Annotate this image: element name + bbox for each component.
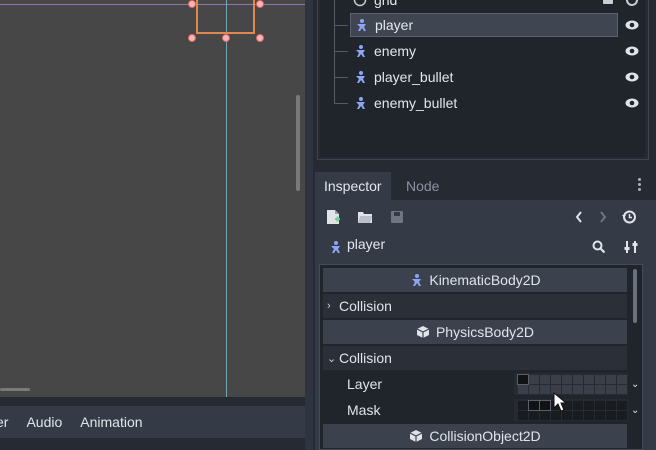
- scene-tree: grid player enemy player_bullet enemy_bu…: [320, 0, 645, 157]
- class-header-label: CollisionObject2D: [429, 428, 541, 444]
- resize-handle[interactable]: [188, 34, 196, 42]
- tree-item-label: enemy_bullet: [374, 95, 458, 111]
- node-kinematic-icon: [352, 69, 368, 85]
- chevron-down-icon: ⌄: [327, 352, 337, 365]
- settings-icon[interactable]: [624, 0, 640, 8]
- viewport-2d[interactable]: [0, 0, 305, 397]
- tree-branch: [334, 25, 348, 26]
- tree-item-label: enemy: [374, 43, 417, 59]
- right-dock: grid player enemy player_bullet enemy_bu…: [313, 0, 656, 450]
- save-icon[interactable]: [387, 207, 407, 227]
- chevron-down-icon[interactable]: ⌄: [631, 379, 639, 390]
- forward-icon[interactable]: [593, 207, 613, 227]
- inspector-panel: player KinematicBody2D › Collision Physi…: [315, 200, 656, 450]
- chevron-right-icon: ›: [327, 300, 331, 312]
- property-list: KinematicBody2D › Collision PhysicsBody2…: [319, 264, 643, 450]
- property-label: Layer: [347, 376, 383, 392]
- eye-icon[interactable]: [624, 95, 640, 111]
- resize-handle[interactable]: [256, 34, 264, 42]
- node-kinematic-icon: [353, 17, 369, 33]
- property-scrollbar[interactable]: [633, 269, 637, 323]
- tree-guide: [334, 0, 335, 104]
- node-icon: [352, 0, 368, 8]
- tab-inspector[interactable]: Inspector: [315, 172, 391, 200]
- resize-handle[interactable]: [188, 0, 196, 8]
- node-kinematic-icon: [352, 43, 368, 59]
- vertical-scrollbar[interactable]: [296, 95, 300, 191]
- class-header-collisionobject2d: CollisionObject2D: [323, 424, 627, 448]
- class-header-label: KinematicBody2D: [429, 272, 541, 288]
- tab-animation[interactable]: Animation: [80, 414, 142, 430]
- node-kinematic-icon: [325, 237, 345, 257]
- tree-branch: [334, 103, 348, 104]
- bottom-tabs: er Audio Animation: [0, 406, 305, 438]
- mouse-cursor-icon: [553, 392, 567, 412]
- tree-item-label: grid: [374, 0, 398, 8]
- section-collision-expanded[interactable]: ⌄ Collision: [323, 346, 627, 370]
- search-icon[interactable]: [589, 237, 609, 257]
- resize-handle[interactable]: [256, 0, 264, 8]
- tree-branch: [334, 51, 348, 52]
- bottom-dock: er Audio Animation: [0, 397, 305, 450]
- section-label: Collision: [339, 298, 392, 314]
- node-kinematic-icon: [352, 95, 368, 111]
- tree-branch: [334, 77, 348, 78]
- history-icon[interactable]: [619, 207, 639, 227]
- section-collision[interactable]: › Collision: [323, 294, 627, 318]
- property-label: Mask: [347, 402, 381, 418]
- chevron-down-icon[interactable]: ⌄: [631, 405, 639, 416]
- tree-item-player-bullet[interactable]: player_bullet: [350, 65, 618, 89]
- new-script-icon[interactable]: [323, 207, 343, 227]
- lock-icon[interactable]: [603, 0, 613, 4]
- section-label: Collision: [339, 350, 392, 366]
- class-header-label: PhysicsBody2D: [435, 324, 535, 340]
- node-kinematic-icon: [409, 273, 423, 287]
- tools-icon[interactable]: [621, 237, 641, 257]
- open-icon[interactable]: [355, 207, 375, 227]
- tree-item-enemy[interactable]: enemy: [350, 39, 618, 63]
- layer-grid[interactable]: ⌄: [514, 373, 639, 395]
- object-name[interactable]: player: [347, 236, 385, 252]
- box-icon: [409, 429, 423, 443]
- eye-icon[interactable]: [624, 17, 640, 33]
- box-icon: [416, 325, 430, 339]
- tree-item-label: player_bullet: [374, 69, 454, 85]
- eye-icon[interactable]: [624, 69, 640, 85]
- axis-line-vertical: [226, 0, 227, 397]
- mask-grid[interactable]: ⌄: [514, 399, 639, 421]
- back-icon[interactable]: [569, 207, 589, 227]
- eye-icon[interactable]: [624, 43, 640, 59]
- tab-debugger[interactable]: er: [0, 414, 8, 430]
- horizontal-scrollbar[interactable]: [0, 388, 30, 391]
- resize-handle[interactable]: [222, 34, 230, 42]
- tree-item-label: player: [375, 17, 414, 33]
- tab-node[interactable]: Node: [397, 172, 448, 200]
- selection-rect[interactable]: [196, 0, 255, 34]
- inspector-tabbar: Inspector Node: [313, 172, 656, 200]
- menu-dots-icon[interactable]: [635, 176, 643, 196]
- scene-panel: grid player enemy player_bullet enemy_bu…: [317, 0, 649, 160]
- tree-item-enemy-bullet[interactable]: enemy_bullet: [350, 91, 618, 115]
- tab-audio[interactable]: Audio: [26, 414, 62, 430]
- class-header-physicsbody2d: PhysicsBody2D: [323, 320, 627, 344]
- tree-item-grid[interactable]: grid: [350, 0, 618, 12]
- tree-item-player[interactable]: player: [350, 13, 618, 37]
- class-header-kinematicbody2d: KinematicBody2D: [323, 268, 627, 292]
